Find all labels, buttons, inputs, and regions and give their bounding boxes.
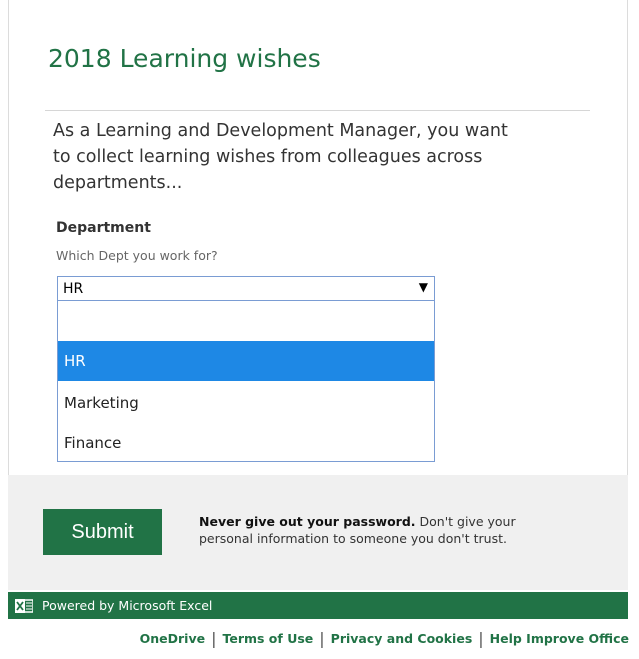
link-privacy-and-cookies[interactable]: Privacy and Cookies bbox=[331, 631, 473, 646]
link-terms-of-use[interactable]: Terms of Use bbox=[222, 631, 313, 646]
question-subtitle: Which Dept you work for? bbox=[56, 248, 218, 263]
excel-logo-icon bbox=[15, 598, 34, 614]
password-warning: Never give out your password. Don't give… bbox=[199, 513, 559, 547]
triangle-down-icon[interactable]: ▼ bbox=[419, 280, 428, 294]
link-onedrive[interactable]: OneDrive bbox=[140, 631, 205, 646]
department-select[interactable]: HR ▼ bbox=[57, 276, 435, 301]
submit-button[interactable]: Submit bbox=[43, 509, 162, 555]
description-line-2: to collect learning wishes from colleagu… bbox=[53, 147, 483, 193]
form-title: 2018 Learning wishes bbox=[48, 44, 321, 73]
dropdown-option-hr[interactable]: HR bbox=[58, 341, 434, 381]
dropdown-option-blank[interactable] bbox=[58, 301, 434, 341]
link-help-improve-office[interactable]: Help Improve Office bbox=[490, 631, 629, 646]
description-line-1: As a Learning and Development Manager, y… bbox=[53, 121, 508, 141]
title-divider bbox=[45, 110, 590, 111]
link-separator: | bbox=[211, 629, 217, 648]
footer-links: OneDrive | Terms of Use | Privacy and Co… bbox=[140, 629, 629, 648]
form-description: As a Learning and Development Manager, y… bbox=[53, 118, 593, 196]
link-separator: | bbox=[319, 629, 325, 648]
select-value: HR bbox=[63, 280, 84, 297]
dropdown-option-marketing[interactable]: Marketing bbox=[58, 383, 434, 423]
link-separator: | bbox=[478, 629, 484, 648]
powered-by-bar: Powered by Microsoft Excel bbox=[8, 592, 628, 619]
dropdown-option-finance[interactable]: Finance bbox=[58, 423, 434, 463]
question-title: Department bbox=[56, 220, 151, 236]
warning-bold: Never give out your password. bbox=[199, 514, 416, 529]
powered-by-text: Powered by Microsoft Excel bbox=[42, 598, 213, 613]
department-dropdown-list: HR Marketing Finance bbox=[57, 300, 435, 462]
